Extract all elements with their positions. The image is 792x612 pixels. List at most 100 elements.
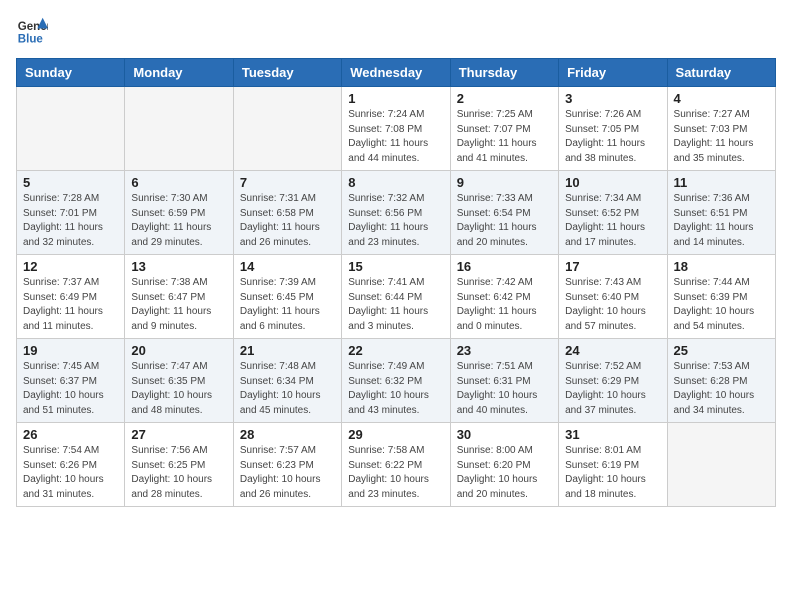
day-info: Sunrise: 7:41 AM Sunset: 6:44 PM Dayligh… <box>348 276 443 334</box>
day-info: Sunrise: 7:51 AM Sunset: 6:31 PM Dayligh… <box>457 360 552 418</box>
calendar-cell <box>17 87 125 171</box>
day-number: 23 <box>457 343 552 358</box>
calendar-cell: 22 Sunrise: 7:49 AM Sunset: 6:32 PM Dayli… <box>342 339 450 423</box>
logo-icon: General Blue <box>16 16 48 48</box>
day-number: 16 <box>457 259 552 274</box>
day-number: 12 <box>23 259 118 274</box>
day-number: 3 <box>565 91 660 106</box>
calendar-cell: 5 Sunrise: 7:28 AM Sunset: 7:01 PM Daylig… <box>17 171 125 255</box>
calendar-cell: 31 Sunrise: 8:01 AM Sunset: 6:19 PM Dayli… <box>559 423 667 507</box>
calendar-cell: 10 Sunrise: 7:34 AM Sunset: 6:52 PM Dayli… <box>559 171 667 255</box>
day-info: Sunrise: 7:56 AM Sunset: 6:25 PM Dayligh… <box>131 444 226 502</box>
day-number: 29 <box>348 427 443 442</box>
day-number: 14 <box>240 259 335 274</box>
day-info: Sunrise: 7:44 AM Sunset: 6:39 PM Dayligh… <box>674 276 769 334</box>
day-number: 13 <box>131 259 226 274</box>
day-number: 26 <box>23 427 118 442</box>
calendar-cell: 1 Sunrise: 7:24 AM Sunset: 7:08 PM Daylig… <box>342 87 450 171</box>
calendar-cell: 15 Sunrise: 7:41 AM Sunset: 6:44 PM Dayli… <box>342 255 450 339</box>
day-info: Sunrise: 7:36 AM Sunset: 6:51 PM Dayligh… <box>674 192 769 250</box>
calendar-cell: 6 Sunrise: 7:30 AM Sunset: 6:59 PM Daylig… <box>125 171 233 255</box>
day-info: Sunrise: 7:42 AM Sunset: 6:42 PM Dayligh… <box>457 276 552 334</box>
weekday-header-saturday: Saturday <box>667 59 775 87</box>
day-info: Sunrise: 7:33 AM Sunset: 6:54 PM Dayligh… <box>457 192 552 250</box>
day-info: Sunrise: 7:25 AM Sunset: 7:07 PM Dayligh… <box>457 108 552 166</box>
calendar-cell: 14 Sunrise: 7:39 AM Sunset: 6:45 PM Dayli… <box>233 255 341 339</box>
day-number: 31 <box>565 427 660 442</box>
calendar-cell: 11 Sunrise: 7:36 AM Sunset: 6:51 PM Dayli… <box>667 171 775 255</box>
calendar-cell: 26 Sunrise: 7:54 AM Sunset: 6:26 PM Dayli… <box>17 423 125 507</box>
day-number: 28 <box>240 427 335 442</box>
day-info: Sunrise: 7:58 AM Sunset: 6:22 PM Dayligh… <box>348 444 443 502</box>
day-info: Sunrise: 7:57 AM Sunset: 6:23 PM Dayligh… <box>240 444 335 502</box>
calendar-cell: 23 Sunrise: 7:51 AM Sunset: 6:31 PM Dayli… <box>450 339 558 423</box>
calendar-table: SundayMondayTuesdayWednesdayThursdayFrid… <box>16 58 776 507</box>
day-info: Sunrise: 7:54 AM Sunset: 6:26 PM Dayligh… <box>23 444 118 502</box>
day-number: 22 <box>348 343 443 358</box>
calendar-cell: 7 Sunrise: 7:31 AM Sunset: 6:58 PM Daylig… <box>233 171 341 255</box>
day-info: Sunrise: 7:30 AM Sunset: 6:59 PM Dayligh… <box>131 192 226 250</box>
calendar-cell: 30 Sunrise: 8:00 AM Sunset: 6:20 PM Dayli… <box>450 423 558 507</box>
calendar-cell: 21Sunrise: 7:48 AM Sunset: 6:34 PM Dayli… <box>233 339 341 423</box>
calendar-cell: 19Sunrise: 7:45 AM Sunset: 6:37 PM Dayli… <box>17 339 125 423</box>
calendar-cell: 29 Sunrise: 7:58 AM Sunset: 6:22 PM Dayli… <box>342 423 450 507</box>
day-info: Sunrise: 7:27 AM Sunset: 7:03 PM Dayligh… <box>674 108 769 166</box>
day-info: Sunrise: 7:31 AM Sunset: 6:58 PM Dayligh… <box>240 192 335 250</box>
calendar-cell: 3Sunrise: 7:26 AM Sunset: 7:05 PM Daylig… <box>559 87 667 171</box>
day-number: 30 <box>457 427 552 442</box>
day-info: Sunrise: 7:34 AM Sunset: 6:52 PM Dayligh… <box>565 192 660 250</box>
calendar-cell: 24 Sunrise: 7:52 AM Sunset: 6:29 PM Dayli… <box>559 339 667 423</box>
calendar-cell: 8Sunrise: 7:32 AM Sunset: 6:56 PM Daylig… <box>342 171 450 255</box>
day-number: 27 <box>131 427 226 442</box>
day-number: 10 <box>565 175 660 190</box>
weekday-header-wednesday: Wednesday <box>342 59 450 87</box>
day-info: Sunrise: 7:39 AM Sunset: 6:45 PM Dayligh… <box>240 276 335 334</box>
day-number: 15 <box>348 259 443 274</box>
day-info: Sunrise: 7:47 AM Sunset: 6:35 PM Dayligh… <box>131 360 226 418</box>
day-info: Sunrise: 8:00 AM Sunset: 6:20 PM Dayligh… <box>457 444 552 502</box>
day-number: 24 <box>565 343 660 358</box>
weekday-header-tuesday: Tuesday <box>233 59 341 87</box>
day-info: Sunrise: 7:43 AM Sunset: 6:40 PM Dayligh… <box>565 276 660 334</box>
day-number: 18 <box>674 259 769 274</box>
calendar-cell <box>125 87 233 171</box>
calendar-cell: 9 Sunrise: 7:33 AM Sunset: 6:54 PM Daylig… <box>450 171 558 255</box>
day-info: Sunrise: 7:45 AM Sunset: 6:37 PM Dayligh… <box>23 360 118 418</box>
day-info: Sunrise: 7:28 AM Sunset: 7:01 PM Dayligh… <box>23 192 118 250</box>
calendar-cell: 4 Sunrise: 7:27 AM Sunset: 7:03 PM Daylig… <box>667 87 775 171</box>
svg-text:Blue: Blue <box>18 34 44 46</box>
calendar-cell: 17 Sunrise: 7:43 AM Sunset: 6:40 PM Dayli… <box>559 255 667 339</box>
day-info: Sunrise: 7:52 AM Sunset: 6:29 PM Dayligh… <box>565 360 660 418</box>
day-number: 5 <box>23 175 118 190</box>
weekday-header-monday: Monday <box>125 59 233 87</box>
day-number: 17 <box>565 259 660 274</box>
day-number: 20 <box>131 343 226 358</box>
calendar-cell: 13 Sunrise: 7:38 AM Sunset: 6:47 PM Dayli… <box>125 255 233 339</box>
weekday-header-friday: Friday <box>559 59 667 87</box>
day-number: 1 <box>348 91 443 106</box>
calendar-cell: 12 Sunrise: 7:37 AM Sunset: 6:49 PM Dayli… <box>17 255 125 339</box>
calendar-cell: 16 Sunrise: 7:42 AM Sunset: 6:42 PM Dayli… <box>450 255 558 339</box>
page-header: General Blue <box>16 16 776 48</box>
day-info: Sunrise: 7:24 AM Sunset: 7:08 PM Dayligh… <box>348 108 443 166</box>
day-info: Sunrise: 7:49 AM Sunset: 6:32 PM Dayligh… <box>348 360 443 418</box>
day-number: 4 <box>674 91 769 106</box>
day-number: 25 <box>674 343 769 358</box>
weekday-header-sunday: Sunday <box>17 59 125 87</box>
day-number: 6 <box>131 175 226 190</box>
day-number: 2 <box>457 91 552 106</box>
day-number: 8 <box>348 175 443 190</box>
day-info: Sunrise: 7:37 AM Sunset: 6:49 PM Dayligh… <box>23 276 118 334</box>
calendar-cell <box>667 423 775 507</box>
day-number: 21 <box>240 343 335 358</box>
calendar-cell: 20 Sunrise: 7:47 AM Sunset: 6:35 PM Dayli… <box>125 339 233 423</box>
day-number: 7 <box>240 175 335 190</box>
day-info: Sunrise: 7:38 AM Sunset: 6:47 PM Dayligh… <box>131 276 226 334</box>
calendar-cell: 28 Sunrise: 7:57 AM Sunset: 6:23 PM Dayli… <box>233 423 341 507</box>
day-number: 9 <box>457 175 552 190</box>
day-info: Sunrise: 7:53 AM Sunset: 6:28 PM Dayligh… <box>674 360 769 418</box>
day-info: Sunrise: 8:01 AM Sunset: 6:19 PM Dayligh… <box>565 444 660 502</box>
weekday-header-thursday: Thursday <box>450 59 558 87</box>
day-number: 11 <box>674 175 769 190</box>
logo: General Blue <box>16 16 54 48</box>
